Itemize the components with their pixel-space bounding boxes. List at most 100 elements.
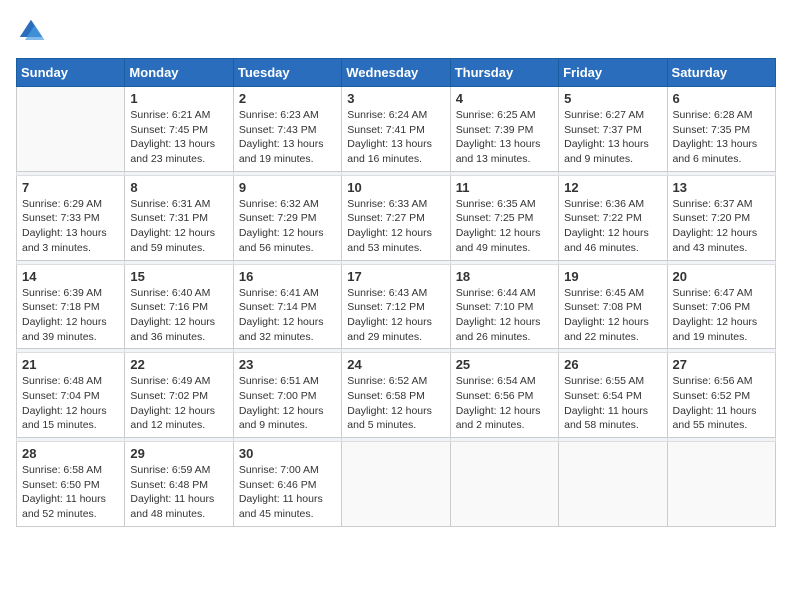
daylight-label: Daylight: 12 hours and 22 minutes. [564, 316, 649, 343]
calendar-cell: 2 Sunrise: 6:23 AMSunset: 7:43 PMDaylight… [233, 87, 341, 172]
day-number: 26 [564, 357, 661, 372]
sunrise-label: Sunrise: 6:56 AM [673, 375, 753, 387]
daylight-label: Daylight: 12 hours and 9 minutes. [239, 405, 324, 432]
sunrise-label: Sunrise: 6:52 AM [347, 375, 427, 387]
day-number: 3 [347, 91, 444, 106]
calendar-cell: 24Sunrise: 6:52 AMSunset: 6:58 PMDayligh… [342, 353, 450, 438]
day-info: Sunrise: 6:35 AMSunset: 7:25 PMDaylight:… [456, 197, 553, 256]
day-number: 17 [347, 269, 444, 284]
daylight-label: Daylight: 12 hours and 53 minutes. [347, 227, 432, 254]
day-info: Sunrise: 6:25 AMSunset: 7:39 PMDaylight:… [456, 108, 553, 167]
sunrise-label: Sunrise: 6:23 AM [239, 109, 319, 121]
daylight-label: Daylight: 12 hours and 12 minutes. [130, 405, 215, 432]
calendar-cell: 21Sunrise: 6:48 AMSunset: 7:04 PMDayligh… [17, 353, 125, 438]
day-info: Sunrise: 6:56 AMSunset: 6:52 PMDaylight:… [673, 374, 770, 433]
sunrise-label: Sunrise: 6:36 AM [564, 198, 644, 210]
daylight-label: Daylight: 12 hours and 32 minutes. [239, 316, 324, 343]
sunrise-label: Sunrise: 6:39 AM [22, 287, 102, 299]
sunrise-label: Sunrise: 6:32 AM [239, 198, 319, 210]
daylight-label: Daylight: 11 hours and 48 minutes. [130, 493, 214, 520]
sunset-label: Sunset: 7:02 PM [130, 390, 208, 402]
day-info: Sunrise: 6:33 AMSunset: 7:27 PMDaylight:… [347, 197, 444, 256]
calendar-cell: 16Sunrise: 6:41 AMSunset: 7:14 PMDayligh… [233, 264, 341, 349]
daylight-label: Daylight: 13 hours and 23 minutes. [130, 138, 215, 165]
calendar-cell: 22Sunrise: 6:49 AMSunset: 7:02 PMDayligh… [125, 353, 233, 438]
day-number: 25 [456, 357, 553, 372]
calendar-cell: 9Sunrise: 6:32 AMSunset: 7:29 PMDaylight… [233, 175, 341, 260]
day-number: 8 [130, 180, 227, 195]
calendar-cell: 11Sunrise: 6:35 AMSunset: 7:25 PMDayligh… [450, 175, 558, 260]
calendar-table: SundayMondayTuesdayWednesdayThursdayFrid… [16, 58, 776, 527]
daylight-label: Daylight: 11 hours and 52 minutes. [22, 493, 106, 520]
week-row-5: 28Sunrise: 6:58 AMSunset: 6:50 PMDayligh… [17, 442, 776, 527]
daylight-label: Daylight: 12 hours and 56 minutes. [239, 227, 324, 254]
day-number: 2 [239, 91, 336, 106]
daylight-label: Daylight: 12 hours and 39 minutes. [22, 316, 107, 343]
day-number: 18 [456, 269, 553, 284]
calendar-cell: 30Sunrise: 7:00 AMSunset: 6:46 PMDayligh… [233, 442, 341, 527]
weekday-header-thursday: Thursday [450, 59, 558, 87]
calendar-cell: 4Sunrise: 6:25 AMSunset: 7:39 PMDaylight… [450, 87, 558, 172]
sunrise-label: Sunrise: 6:28 AM [673, 109, 753, 121]
sunrise-label: Sunrise: 6:29 AM [22, 198, 102, 210]
sunrise-label: Sunrise: 6:40 AM [130, 287, 210, 299]
calendar-cell: 20Sunrise: 6:47 AMSunset: 7:06 PMDayligh… [667, 264, 775, 349]
day-number: 24 [347, 357, 444, 372]
day-info: Sunrise: 6:51 AMSunset: 7:00 PMDaylight:… [239, 374, 336, 433]
calendar-cell: 12Sunrise: 6:36 AMSunset: 7:22 PMDayligh… [559, 175, 667, 260]
sunrise-label: Sunrise: 6:58 AM [22, 464, 102, 476]
daylight-label: Daylight: 11 hours and 55 minutes. [673, 405, 757, 432]
sunrise-label: Sunrise: 6:35 AM [456, 198, 536, 210]
sunset-label: Sunset: 7:08 PM [564, 301, 642, 313]
sunrise-label: Sunrise: 6:54 AM [456, 375, 536, 387]
sunset-label: Sunset: 7:41 PM [347, 124, 425, 136]
daylight-label: Daylight: 13 hours and 16 minutes. [347, 138, 432, 165]
daylight-label: Daylight: 12 hours and 19 minutes. [673, 316, 758, 343]
daylight-label: Daylight: 13 hours and 9 minutes. [564, 138, 649, 165]
weekday-header-tuesday: Tuesday [233, 59, 341, 87]
calendar-body: 1Sunrise: 6:21 AMSunset: 7:45 PMDaylight… [17, 87, 776, 527]
day-info: Sunrise: 6:54 AMSunset: 6:56 PMDaylight:… [456, 374, 553, 433]
calendar-cell: 5Sunrise: 6:27 AMSunset: 7:37 PMDaylight… [559, 87, 667, 172]
sunrise-label: Sunrise: 7:00 AM [239, 464, 319, 476]
week-row-1: 1Sunrise: 6:21 AMSunset: 7:45 PMDaylight… [17, 87, 776, 172]
day-info: Sunrise: 6:49 AM Sunset: 7:02 PM Daylight:… [130, 374, 227, 433]
calendar-cell: 18 Sunrise: 6:44 AM Sunset: 7:10 PM Dayligh… [450, 264, 558, 349]
sunset-label: Sunset: 7:37 PM [564, 124, 642, 136]
sunrise-label: Sunrise: 6:49 AM [130, 375, 210, 387]
day-info: Sunrise: 6:23 AMSunset: 7:43 PMDaylight:… [239, 108, 336, 167]
day-info: Sunrise: 6:32 AM Sunset: 7:29 PM Daylight:… [239, 197, 336, 256]
daylight-label: Daylight: 12 hours and 29 minutes. [347, 316, 432, 343]
day-info: Sunrise: 6:47 AMSunset: 7:06 PMDaylight:… [673, 286, 770, 345]
sunset-label: Sunset: 7:20 PM [673, 212, 751, 224]
weekday-header-wednesday: Wednesday [342, 59, 450, 87]
day-info: Sunrise: 6:39 AM Sunset: 7:18 PM Daylight:… [22, 286, 119, 345]
sunrise-label: Sunrise: 6:33 AM [347, 198, 427, 210]
week-row-3: 14 Sunrise: 6:39 AM Sunset: 7:18 PM Dayligh… [17, 264, 776, 349]
calendar-cell: 28Sunrise: 6:58 AMSunset: 6:50 PMDayligh… [17, 442, 125, 527]
sunset-label: Sunset: 7:25 PM [456, 212, 534, 224]
day-info: Sunrise: 6:31 AMSunset: 7:31 PMDaylight:… [130, 197, 227, 256]
week-row-4: 21Sunrise: 6:48 AMSunset: 7:04 PMDayligh… [17, 353, 776, 438]
sunset-label: Sunset: 7:18 PM [22, 301, 100, 313]
sunset-label: Sunset: 7:29 PM [239, 212, 317, 224]
sunset-label: Sunset: 7:45 PM [130, 124, 208, 136]
sunrise-label: Sunrise: 6:24 AM [347, 109, 427, 121]
calendar-cell [342, 442, 450, 527]
daylight-label: Daylight: 12 hours and 59 minutes. [130, 227, 215, 254]
sunrise-label: Sunrise: 6:25 AM [456, 109, 536, 121]
calendar-cell: 8 Sunrise: 6:31 AMSunset: 7:31 PMDaylight… [125, 175, 233, 260]
sunrise-label: Sunrise: 6:45 AM [564, 287, 644, 299]
sunrise-label: Sunrise: 6:21 AM [130, 109, 210, 121]
calendar-header: SundayMondayTuesdayWednesdayThursdayFrid… [17, 59, 776, 87]
day-number: 28 [22, 446, 119, 461]
day-info: Sunrise: 6:55 AMSunset: 6:54 PMDaylight:… [564, 374, 661, 433]
sunset-label: Sunset: 7:10 PM [456, 301, 534, 313]
day-number: 27 [673, 357, 770, 372]
daylight-label: Daylight: 12 hours and 26 minutes. [456, 316, 541, 343]
day-number: 29 [130, 446, 227, 461]
day-number: 5 [564, 91, 661, 106]
day-number: 14 [22, 269, 119, 284]
sunrise-label: Sunrise: 6:44 AM [456, 287, 536, 299]
weekday-header-saturday: Saturday [667, 59, 775, 87]
